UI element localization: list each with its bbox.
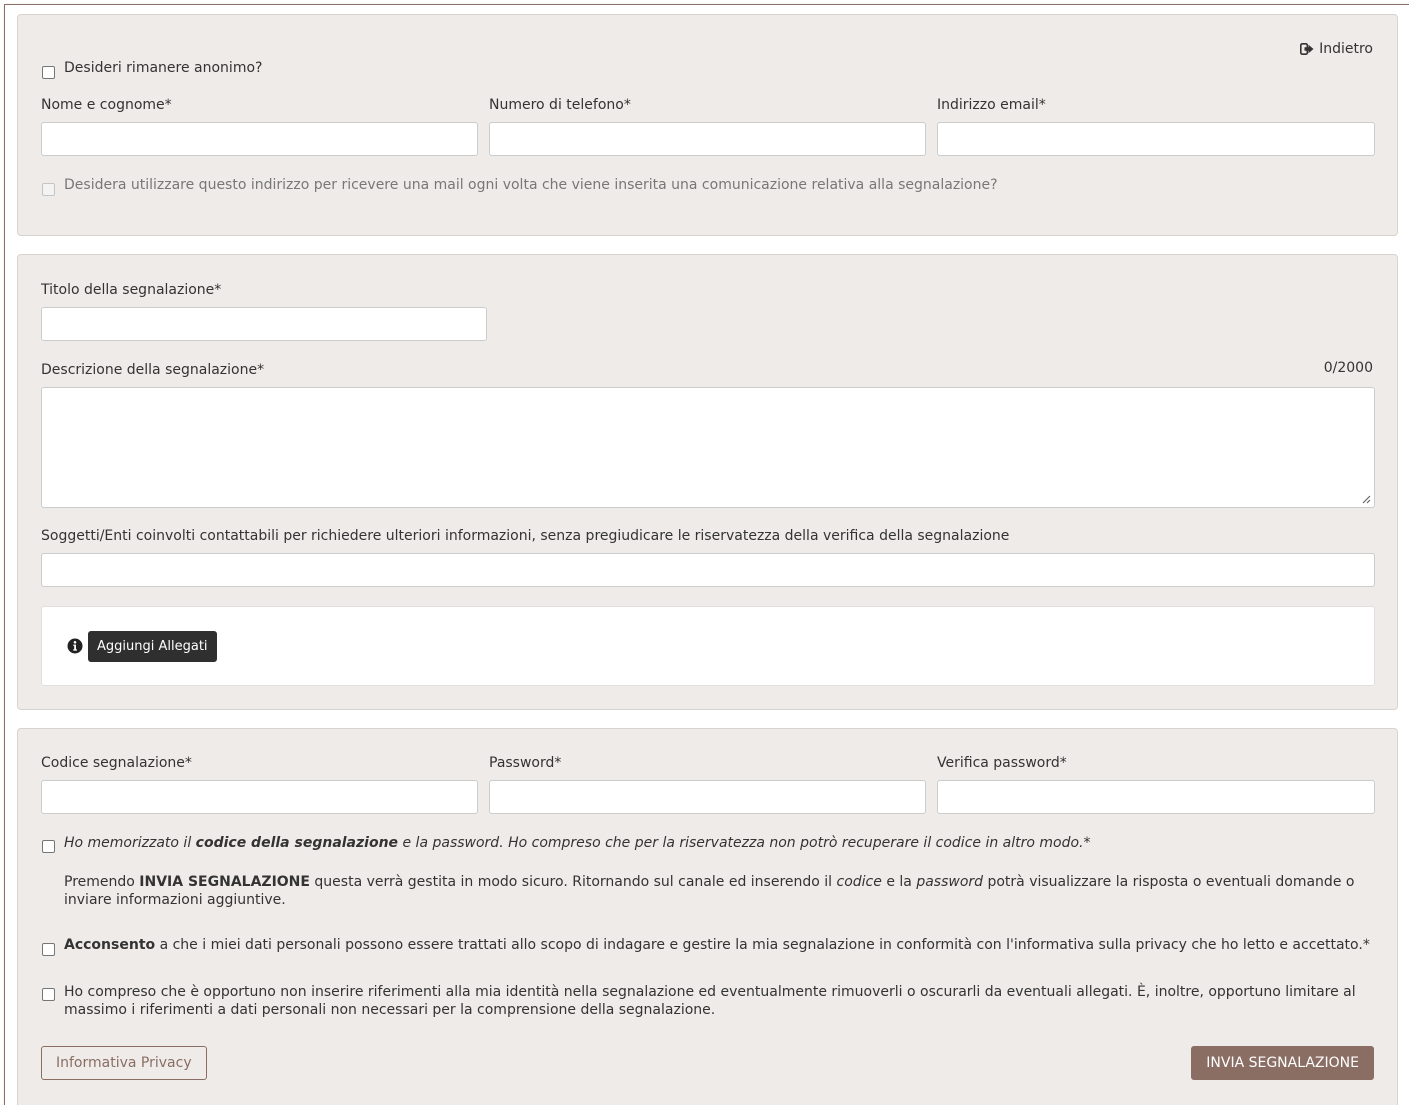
description-label: Descrizione della segnalazione* [41, 362, 265, 378]
char-counter: 0/2000 [1323, 360, 1373, 376]
anonymous-label: Desideri rimanere anonimo? [64, 60, 263, 76]
credentials-panel: Codice segnalazione* Password* Verifica … [17, 728, 1398, 1105]
code-label: Codice segnalazione* [41, 755, 192, 771]
verify-password-input[interactable] [937, 780, 1375, 814]
email-notify-label: Desidera utilizzare questo indirizzo per… [64, 177, 998, 193]
identity-notice-checkbox[interactable] [42, 988, 55, 1001]
title-label: Titolo della segnalazione* [41, 282, 222, 298]
password-label: Password* [489, 755, 562, 771]
back-link-label: Indietro [1319, 41, 1373, 57]
attachments-box: Aggiungi Allegati [41, 606, 1375, 686]
verify-password-label: Verifica password* [937, 755, 1067, 771]
report-panel: Titolo della segnalazione* Descrizione d… [17, 254, 1398, 710]
password-input[interactable] [489, 780, 926, 814]
submit-info-paragraph: Premendo INVIA SEGNALAZIONE questa verrà… [64, 874, 1355, 908]
title-input[interactable] [41, 307, 487, 341]
email-label: Indirizzo email* [937, 97, 1046, 113]
resize-handle-icon[interactable] [1361, 494, 1371, 504]
description-textarea[interactable] [41, 387, 1375, 508]
consent-label: Acconsento a che i miei dati personali p… [64, 937, 1370, 953]
email-notify-checkbox[interactable] [42, 183, 55, 196]
identity-notice-label: Ho compreso che è opportuno non inserire… [64, 984, 1356, 1018]
add-attachments-button[interactable]: Aggiungi Allegati [88, 631, 217, 662]
memorized-label: Ho memorizzato il codice della segnalazi… [64, 835, 1091, 851]
privacy-policy-button[interactable]: Informativa Privacy [41, 1046, 207, 1080]
phone-label: Numero di telefono* [489, 97, 631, 113]
phone-input[interactable] [489, 122, 926, 156]
email-input[interactable] [937, 122, 1375, 156]
memorized-checkbox[interactable] [42, 840, 55, 853]
subjects-input[interactable] [41, 553, 1375, 587]
name-input[interactable] [41, 122, 478, 156]
info-circle-icon[interactable] [67, 638, 83, 654]
code-input[interactable] [41, 780, 478, 814]
name-label: Nome e cognome* [41, 97, 172, 113]
consent-checkbox[interactable] [42, 943, 55, 956]
submit-report-button[interactable]: INVIA SEGNALAZIONE [1191, 1046, 1374, 1080]
subjects-label: Soggetti/Enti coinvolti contattabili per… [41, 528, 1010, 544]
anonymous-checkbox[interactable] [42, 66, 55, 79]
sign-out-icon [1300, 43, 1314, 55]
back-link[interactable]: Indietro [1300, 40, 1373, 58]
identity-panel: Indietro Desideri rimanere anonimo? Nome… [17, 14, 1398, 236]
